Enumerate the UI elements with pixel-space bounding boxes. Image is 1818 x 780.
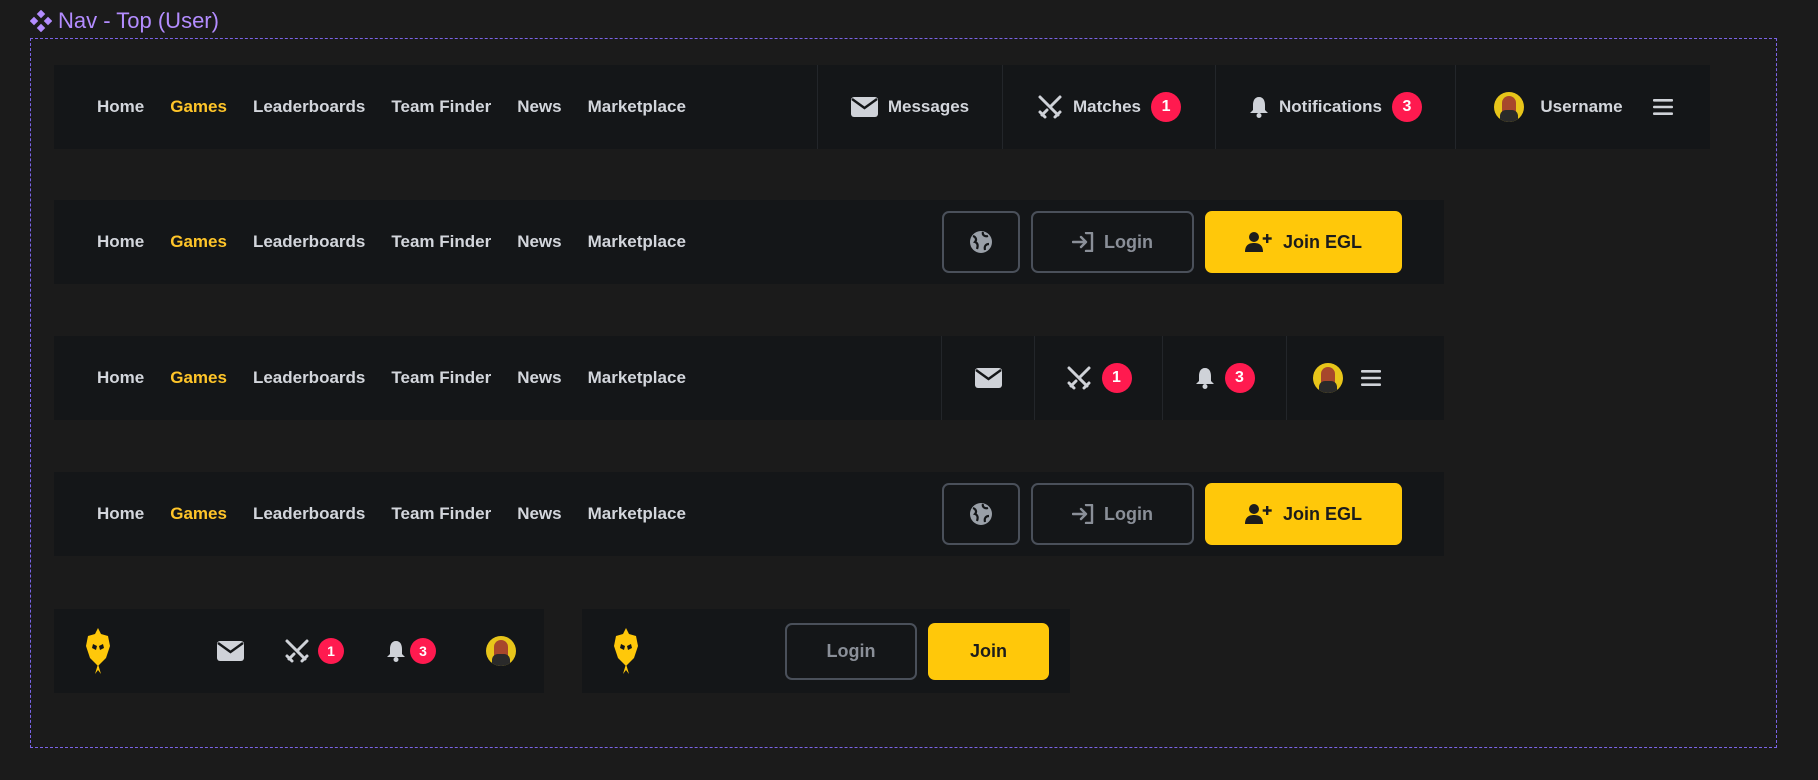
crossed-swords-icon [1067, 366, 1090, 390]
login-label: Login [1104, 503, 1153, 524]
nav-links: Home Games Leaderboards Team Finder News… [54, 97, 712, 117]
nav-bar-user-full: Home Games Leaderboards Team Finder News… [54, 65, 1710, 149]
nav-link-news[interactable]: News [517, 97, 561, 117]
hamburger-menu-icon[interactable] [1652, 98, 1673, 116]
nav-link-home[interactable]: Home [97, 97, 144, 117]
mobile-nav-user: 1 3 [54, 609, 544, 693]
nav-link-games[interactable]: Games [170, 368, 227, 388]
sign-in-icon [1072, 232, 1094, 252]
user-menu[interactable] [1286, 336, 1406, 420]
nav-link-games[interactable]: Games [170, 504, 227, 524]
notifications-label: Notifications [1279, 97, 1382, 116]
nav-link-marketplace[interactable]: Marketplace [588, 368, 686, 388]
user-menu[interactable]: Username [1455, 65, 1711, 149]
matches-count-badge: 1 [318, 638, 344, 664]
nav-link-games[interactable]: Games [170, 232, 227, 252]
messages-button[interactable]: Messages [817, 65, 1002, 149]
add-user-icon [1244, 232, 1272, 252]
messages-button[interactable] [941, 336, 1034, 420]
nav-links: Home Games Leaderboards Team Finder News… [54, 368, 712, 388]
globe-icon [970, 231, 992, 253]
nav-link-home[interactable]: Home [97, 368, 144, 388]
bell-icon [387, 641, 405, 662]
crossed-swords-icon [1038, 95, 1062, 119]
bell-icon [1250, 97, 1269, 118]
nav-link-leaderboards[interactable]: Leaderboards [253, 504, 365, 524]
nav-link-team-finder[interactable]: Team Finder [391, 232, 491, 252]
matches-button[interactable]: Matches 1 [1002, 65, 1215, 149]
nav-link-games[interactable]: Games [170, 97, 227, 117]
join-button[interactable]: Join EGL [1205, 483, 1402, 545]
notifications-button[interactable]: Notifications 3 [1215, 65, 1455, 149]
frame-label: Nav - Top (User) [30, 8, 219, 34]
nav-link-home[interactable]: Home [97, 504, 144, 524]
login-label: Login [1104, 231, 1153, 252]
matches-button[interactable]: 1 [284, 638, 344, 664]
envelope-icon [850, 97, 878, 117]
nav-link-leaderboards[interactable]: Leaderboards [253, 97, 365, 117]
avatar[interactable] [486, 636, 516, 666]
notifications-button[interactable]: 3 [1162, 336, 1286, 420]
join-label: Join EGL [1282, 231, 1362, 252]
login-button[interactable]: Login [785, 622, 917, 680]
frame-title: Nav - Top (User) [58, 8, 219, 33]
add-user-icon [1244, 504, 1272, 524]
nav-link-marketplace[interactable]: Marketplace [588, 504, 686, 524]
nav-link-marketplace[interactable]: Marketplace [588, 97, 686, 117]
language-button[interactable] [942, 211, 1020, 273]
login-button[interactable]: Login [1031, 211, 1194, 273]
envelope-icon[interactable] [217, 641, 244, 661]
nav-bar-guest-alt: Home Games Leaderboards Team Finder News… [54, 472, 1444, 556]
mobile-nav-guest: Login Join [582, 609, 1070, 693]
matches-button[interactable]: 1 [1034, 336, 1162, 420]
nav-link-marketplace[interactable]: Marketplace [588, 232, 686, 252]
nav-link-leaderboards[interactable]: Leaderboards [253, 368, 365, 388]
matches-count-badge: 1 [1151, 92, 1182, 122]
nav-bar-guest: Home Games Leaderboards Team Finder News… [54, 200, 1444, 284]
component-icon [30, 10, 52, 32]
hamburger-menu-icon[interactable] [1360, 369, 1381, 387]
nav-bar-user-compact: Home Games Leaderboards Team Finder News… [54, 336, 1444, 420]
envelope-icon [974, 368, 1002, 388]
nav-link-news[interactable]: News [517, 232, 561, 252]
matches-count-badge: 1 [1101, 363, 1132, 393]
language-button[interactable] [942, 483, 1020, 545]
sign-in-icon [1072, 504, 1094, 524]
nav-link-news[interactable]: News [517, 504, 561, 524]
egl-logo-icon[interactable] [84, 628, 112, 674]
avatar [1494, 92, 1525, 122]
username-label: Username [1540, 97, 1623, 116]
nav-links: Home Games Leaderboards Team Finder News… [54, 232, 712, 252]
nav-link-news[interactable]: News [517, 368, 561, 388]
crossed-swords-icon [285, 639, 309, 663]
nav-links: Home Games Leaderboards Team Finder News… [54, 504, 712, 524]
notifications-count-badge: 3 [410, 638, 436, 664]
nav-link-home[interactable]: Home [97, 232, 144, 252]
notifications-count-badge: 3 [1391, 92, 1422, 122]
notifications-count-badge: 3 [1224, 363, 1255, 393]
nav-link-team-finder[interactable]: Team Finder [391, 504, 491, 524]
avatar [1312, 363, 1343, 393]
login-button[interactable]: Login [1031, 483, 1194, 545]
notifications-button[interactable]: 3 [386, 638, 436, 664]
join-label: Join EGL [1282, 503, 1362, 524]
nav-link-team-finder[interactable]: Team Finder [391, 97, 491, 117]
matches-label: Matches [1072, 97, 1142, 116]
join-button[interactable]: Join [928, 622, 1049, 680]
login-label: Login [826, 640, 876, 661]
messages-label: Messages [887, 97, 970, 116]
globe-icon [970, 503, 992, 525]
join-button[interactable]: Join EGL [1205, 211, 1402, 273]
join-label: Join [969, 640, 1007, 661]
egl-logo-icon[interactable] [612, 628, 640, 674]
nav-link-team-finder[interactable]: Team Finder [391, 368, 491, 388]
nav-link-leaderboards[interactable]: Leaderboards [253, 232, 365, 252]
bell-icon [1195, 368, 1214, 389]
